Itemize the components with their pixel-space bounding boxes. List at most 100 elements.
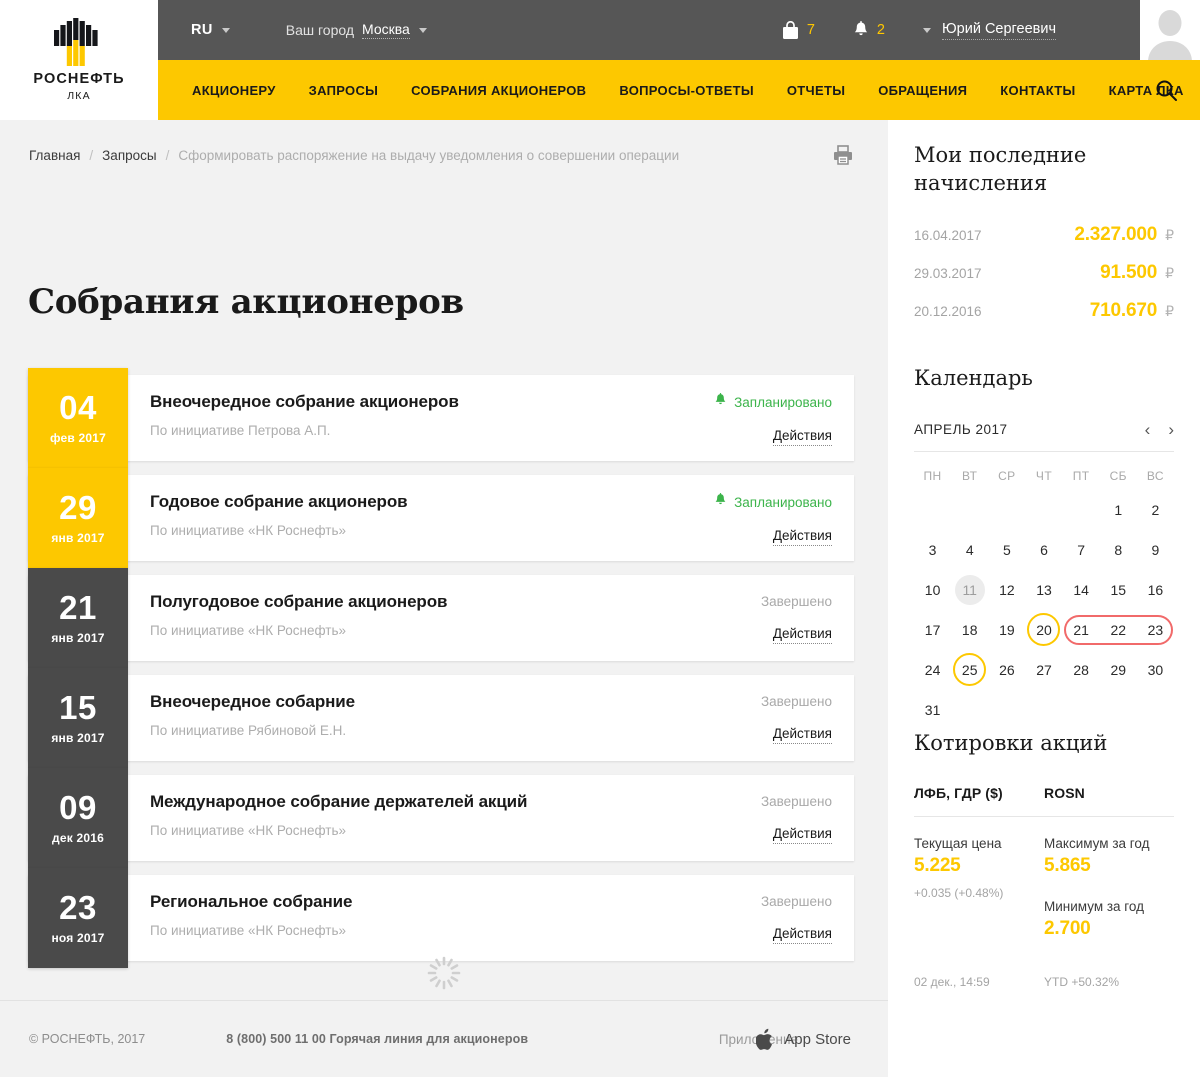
calendar-day-number: 5 [1002,541,1011,558]
calendar-day-25[interactable]: 25 [951,650,988,690]
calendar-day-31[interactable]: 31 [914,690,951,730]
meeting-card[interactable]: 29 янв 2017 Годовое собрание акционеров … [28,468,854,568]
calendar-day-18[interactable]: 18 [951,610,988,650]
logo[interactable]: РОСНЕФТЬ ЛКА [0,0,158,120]
calendar-day-9[interactable]: 9 [1137,530,1174,570]
calendar-day-number: 21 [1073,621,1089,638]
calendar-day-22[interactable]: 22 [1100,610,1137,650]
calendar-day-5[interactable]: 5 [988,530,1025,570]
nav-item-sobraniya[interactable]: СОБРАНИЯ АКЦИОНЕРОВ [411,83,586,98]
meetings-list: 04 фев 2017 Внеочередное собрание акцион… [28,368,854,975]
calendar-day-21[interactable]: 21 [1063,610,1100,650]
calendar-day-11[interactable]: 11 [951,570,988,610]
calendar-day-14[interactable]: 14 [1063,570,1100,610]
actions-link[interactable]: Действия [772,528,832,546]
calendar-day-12[interactable]: 12 [988,570,1025,610]
calendar-day-29[interactable]: 29 [1100,650,1137,690]
calendar-grid: ПН ВТ СР ЧТ ПТ СБ ВС 1 2 3 4 5 6 7 8 9 10 11 12 13 14 15 16 17 1… [914,462,1174,730]
status-badge: Завершено [761,594,832,609]
nav-item-voprosy[interactable]: ВОПРОСЫ-ОТВЕТЫ [619,83,754,98]
calendar-widget: Календарь АПРЕЛЬ 2017 ‹ › ПН ВТ СР ЧТ ПТ СБ ВС… [914,365,1174,730]
meeting-card[interactable]: 04 фев 2017 Внеочередное собрание акцион… [28,368,854,468]
app-store-link[interactable]: App Store [756,1028,851,1051]
meeting-monthyear: янв 2017 [51,631,105,645]
nav-item-zaprosy[interactable]: ЗАПРОСЫ [309,83,379,98]
calendar-day-16[interactable]: 16 [1137,570,1174,610]
calendar-day-4[interactable]: 4 [951,530,988,570]
notifications-counter[interactable]: 2 [853,20,885,40]
nav-item-kontakty[interactable]: КОНТАКТЫ [1000,83,1075,98]
calendar-day-3[interactable]: 3 [914,530,951,570]
actions-link[interactable]: Действия [772,926,832,944]
calendar-day-20[interactable]: 20 [1025,610,1062,650]
calendar-day-17[interactable]: 17 [914,610,951,650]
calendar-day-1[interactable]: 1 [1100,490,1137,530]
apple-icon [756,1028,773,1050]
cart-counter[interactable]: 7 [782,20,815,40]
spinner-icon [427,956,461,990]
calendar-day-number: 1 [1114,501,1123,518]
calendar-day-number: 7 [1077,541,1086,558]
nav-item-akcioneru[interactable]: АКЦИОНЕРУ [192,83,276,98]
search-button[interactable] [1154,78,1178,102]
accrual-date: 20.12.2016 [914,304,982,320]
calendar-cell-empty [951,490,988,530]
calendar-day-19[interactable]: 19 [988,610,1025,650]
calendar-day-2[interactable]: 2 [1137,490,1174,530]
calendar-day-number: 11 [962,581,977,598]
calendar-day-number: 3 [928,541,937,558]
calendar-day-30[interactable]: 30 [1137,650,1174,690]
actions-link[interactable]: Действия [772,626,832,644]
language-switcher[interactable]: RU [191,22,230,38]
actions-link[interactable]: Действия [772,826,832,844]
meeting-card[interactable]: 23 ноя 2017 Региональное собрание По ини… [28,868,854,968]
meeting-card[interactable]: 15 янв 2017 Внеочередное собарние По ини… [28,668,854,768]
avatar[interactable] [1140,0,1200,60]
meeting-title: Внеочередное собрание акционеров [150,392,459,411]
language-label: RU [191,22,213,38]
status-badge: Запланировано [714,493,832,511]
calendar-day-6[interactable]: 6 [1025,530,1062,570]
calendar-day-27[interactable]: 27 [1025,650,1062,690]
calendar-day-15[interactable]: 15 [1100,570,1137,610]
quotes-ytd: YTD +50.32% [1044,974,1120,989]
print-button[interactable] [832,144,854,166]
chevron-right-icon[interactable]: › [1168,421,1174,438]
calendar-day-number: 9 [1151,541,1160,558]
accrual-date: 29.03.2017 [914,266,982,282]
nav-item-otchety[interactable]: ОТЧЕТЫ [787,83,845,98]
city-value[interactable]: Москва [362,21,410,39]
calendar-day-13[interactable]: 13 [1025,570,1062,610]
calendar-day-number: 16 [1147,581,1164,598]
user-menu[interactable]: Юрий Сергеевич [923,21,1056,40]
calendar-day-26[interactable]: 26 [988,650,1025,690]
meeting-monthyear: янв 2017 [51,731,105,745]
calendar-day-24[interactable]: 24 [914,650,951,690]
chevron-left-icon[interactable]: ‹ [1145,421,1151,438]
rosneft-logo-icon [54,18,98,66]
calendar-day-10[interactable]: 10 [914,570,951,610]
accrual-row: 20.12.2016 710.670 ₽ [914,300,1174,322]
actions-link[interactable]: Действия [772,428,832,446]
meeting-status-area: Завершено Действия [644,775,854,861]
loading-spinner [427,956,461,990]
city-selector[interactable]: Ваш город Москва [286,21,427,39]
nav-item-obrasheniya[interactable]: ОБРАЩЕНИЯ [878,83,967,98]
meeting-status-area: Запланировано Действия [644,375,854,461]
breadcrumb-section[interactable]: Запросы [102,148,156,163]
actions-link[interactable]: Действия [772,726,832,744]
meeting-card[interactable]: 21 янв 2017 Полугодовое собрание акционе… [28,568,854,668]
calendar-day-28[interactable]: 28 [1063,650,1100,690]
calendar-day-23[interactable]: 23 [1137,610,1174,650]
meeting-card[interactable]: 09 дек 2016 Международное собрание держа… [28,768,854,868]
calendar-day-7[interactable]: 7 [1063,530,1100,570]
footer-hotline: 8 (800) 500 11 00 Горячая линия для акци… [226,1032,529,1046]
calendar-day-number: 27 [1036,661,1052,678]
user-name: Юрий Сергеевич [942,21,1056,40]
currency-symbol: ₽ [1165,227,1174,244]
calendar-day-number: 17 [924,621,941,638]
accrual-row: 16.04.2017 2.327.000 ₽ [914,224,1174,246]
status-label: Запланировано [734,494,832,510]
breadcrumb-home[interactable]: Главная [29,148,80,163]
calendar-day-8[interactable]: 8 [1100,530,1137,570]
